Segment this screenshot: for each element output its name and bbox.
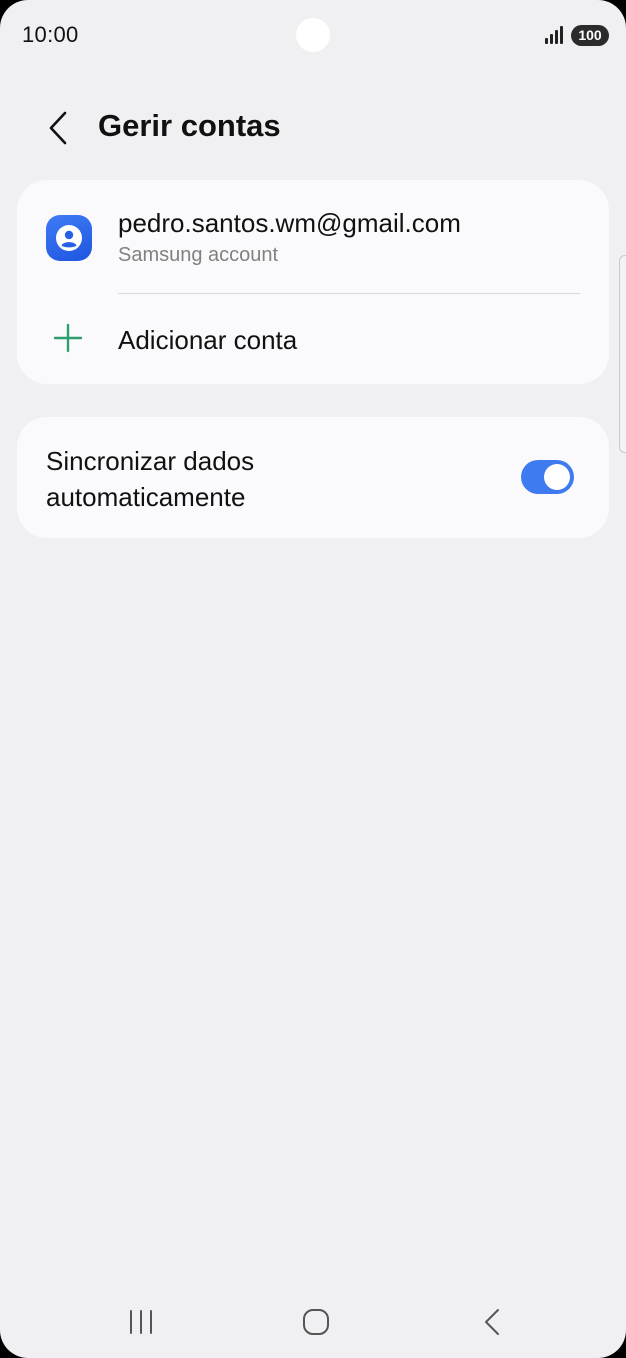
sync-toggle[interactable] — [521, 460, 574, 494]
plus-icon — [53, 323, 83, 353]
back-icon — [485, 1309, 499, 1335]
add-account-label: Adicionar conta — [118, 325, 298, 355]
camera-cutout — [296, 18, 330, 52]
status-time: 10:00 — [22, 22, 79, 47]
sync-card[interactable]: Sincronizar dados automaticamente — [17, 417, 609, 538]
screen: 10:00 100 Gerir contas pedro.santos.wm@g… — [0, 0, 626, 1358]
edge-panel-handle[interactable] — [619, 255, 626, 453]
home-button[interactable] — [286, 1300, 346, 1344]
page-title: Gerir contas — [98, 108, 281, 143]
recents-button[interactable] — [111, 1300, 171, 1344]
signal-icon — [545, 26, 563, 44]
recents-icon — [130, 1310, 152, 1334]
battery-icon: 100 — [571, 25, 609, 46]
account-email: pedro.santos.wm@gmail.com — [118, 208, 461, 238]
account-item[interactable]: pedro.santos.wm@gmail.com Samsung accoun… — [17, 180, 609, 292]
chevron-left-icon — [49, 111, 67, 145]
account-type: Samsung account — [118, 244, 279, 266]
home-icon — [303, 1309, 329, 1335]
add-account-button[interactable]: Adicionar conta — [17, 298, 609, 378]
nav-back-button[interactable] — [462, 1300, 522, 1344]
toggle-knob — [544, 464, 570, 490]
back-button[interactable] — [36, 104, 80, 152]
samsung-account-icon — [46, 215, 92, 261]
accounts-card: pedro.santos.wm@gmail.com Samsung accoun… — [17, 180, 609, 384]
divider — [118, 293, 580, 294]
sync-label: Sincronizar dados automaticamente — [46, 446, 255, 512]
